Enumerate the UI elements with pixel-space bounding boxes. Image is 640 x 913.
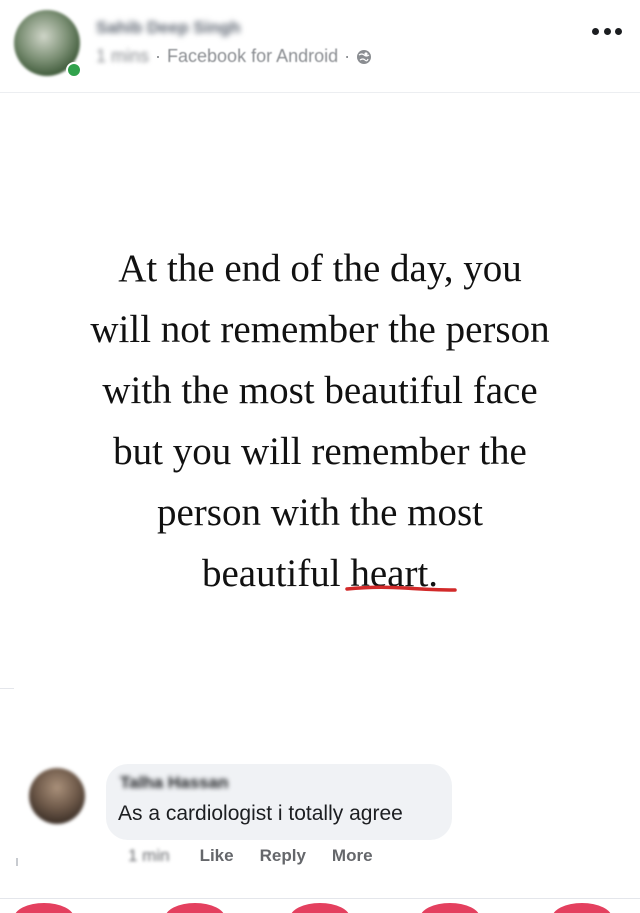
quote-line: with the most beautiful face	[102, 369, 538, 412]
more-dot	[603, 27, 611, 35]
reaction-icon[interactable]	[420, 903, 480, 913]
post-image[interactable]: At the end of the day, you will not reme…	[0, 93, 640, 755]
quote-line: will not remember the person	[90, 308, 550, 351]
quote-text: At the end of the day, you will not reme…	[40, 238, 600, 604]
comment-like-button[interactable]: Like	[200, 846, 234, 866]
bottom-divider	[0, 898, 640, 899]
image-edge-mark	[0, 688, 14, 689]
online-status-indicator	[66, 62, 82, 78]
post-time[interactable]: 1 mins	[96, 46, 149, 67]
globe-icon[interactable]	[356, 49, 372, 65]
more-horizontal-icon[interactable]	[592, 26, 622, 36]
comment-bubble[interactable]: Talha Hassan As a cardiologist i totally…	[106, 764, 452, 840]
post-source: Facebook for Android	[167, 46, 339, 66]
meta-separator: ·	[155, 46, 162, 66]
reaction-icon[interactable]	[552, 903, 612, 913]
left-edge-tick	[16, 858, 18, 866]
comment-time: 1 min	[128, 846, 170, 865]
meta-separator-2: ·	[344, 46, 351, 66]
quote-line: beautiful heart.	[201, 552, 439, 595]
commenter-name[interactable]: Talha Hassan	[120, 773, 228, 793]
quote-line: but you will remember the	[113, 430, 527, 473]
comment-text: As a cardiologist i totally agree	[118, 802, 403, 825]
post-header: Sahib Deep Singh 1 mins · Facebook for A…	[0, 0, 640, 93]
more-dot	[592, 27, 599, 35]
commenter-avatar[interactable]	[29, 768, 85, 824]
comment-reply-button[interactable]: Reply	[260, 846, 306, 866]
red-underline-stroke	[345, 585, 457, 592]
facebook-post: Sahib Deep Singh 1 mins · Facebook for A…	[0, 0, 640, 913]
more-dot	[615, 27, 622, 35]
post-meta: 1 mins · Facebook for Android ·	[96, 46, 372, 67]
reaction-icon[interactable]	[14, 903, 74, 913]
author-name[interactable]: Sahib Deep Singh	[96, 18, 241, 38]
reaction-icon[interactable]	[165, 903, 225, 913]
quote-line: person with the most	[156, 491, 484, 534]
comment-actions: 1 min Like Reply More	[128, 846, 373, 866]
quote-line: At the end of the day, you	[118, 247, 522, 290]
reaction-icon[interactable]	[290, 903, 350, 913]
comment-more-button[interactable]: More	[332, 846, 373, 866]
reaction-row	[0, 903, 640, 913]
